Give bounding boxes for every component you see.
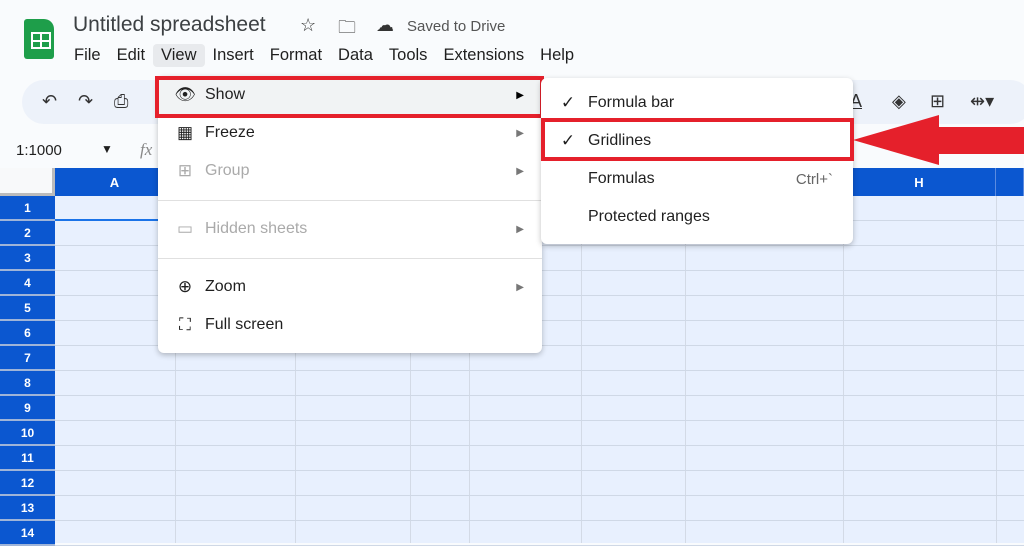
column-header[interactable]	[996, 168, 1024, 196]
star-icon[interactable]: ☆	[300, 15, 316, 36]
row-header[interactable]: 14	[0, 521, 55, 546]
redo-icon[interactable]: ↷	[78, 91, 93, 112]
submenu-arrow-icon: ▶	[516, 281, 524, 293]
menu-item-formula-bar[interactable]: ✓ Formula bar	[541, 84, 853, 122]
merge-cells-icon[interactable]: ⇹▾	[970, 91, 994, 112]
move-folder-icon[interactable]: 🗀	[338, 15, 356, 45]
gridline	[55, 395, 1024, 396]
selected-cell-indicator	[55, 219, 175, 221]
row-header[interactable]: 4	[0, 271, 55, 296]
row-header[interactable]: 3	[0, 246, 55, 271]
row-header[interactable]: 2	[0, 221, 55, 246]
show-submenu: ✓ Formula bar ✓ Gridlines Formulas Ctrl+` P…	[541, 78, 853, 244]
print-icon[interactable]: ⎙	[114, 91, 128, 112]
menu-item-full-screen[interactable]: ⛶ Full screen	[158, 306, 542, 344]
save-status: Saved to Drive	[407, 18, 506, 35]
gridline	[55, 495, 1024, 496]
menu-bar: File Edit View Insert Format Data Tools …	[66, 44, 582, 67]
menu-item-freeze[interactable]: ▦ Freeze ▶	[158, 114, 542, 152]
menu-file[interactable]: File	[66, 44, 109, 67]
column-header[interactable]: H	[843, 168, 996, 196]
gridline	[55, 370, 1024, 371]
menu-help[interactable]: Help	[532, 44, 582, 67]
document-title[interactable]: Untitled spreadsheet	[73, 13, 266, 37]
menu-format[interactable]: Format	[262, 44, 330, 67]
select-all-corner[interactable]	[0, 168, 55, 196]
menu-item-formulas[interactable]: Formulas Ctrl+`	[541, 160, 853, 198]
column-header[interactable]: A	[55, 168, 175, 196]
row-header[interactable]: 6	[0, 321, 55, 346]
annotation-highlight-show	[155, 76, 544, 118]
chevron-down-icon[interactable]: ▼	[101, 142, 113, 156]
gridline	[55, 520, 1024, 521]
fill-color-icon[interactable]: ◈	[892, 91, 906, 112]
fx-icon: fx	[140, 140, 153, 159]
row-header[interactable]: 5	[0, 296, 55, 321]
menu-tools[interactable]: Tools	[381, 44, 436, 67]
menu-item-zoom[interactable]: ⊕ Zoom ▶	[158, 268, 542, 306]
undo-icon[interactable]: ↶	[42, 91, 57, 112]
menu-view[interactable]: View	[153, 44, 205, 67]
submenu-arrow-icon: ▶	[516, 127, 524, 139]
annotation-highlight-gridlines	[541, 118, 854, 161]
menu-edit[interactable]: Edit	[109, 44, 153, 67]
gridline	[55, 420, 1024, 421]
menu-insert[interactable]: Insert	[205, 44, 262, 67]
group-icon: ⊞	[177, 161, 193, 180]
menu-extensions[interactable]: Extensions	[435, 44, 532, 67]
row-header[interactable]: 13	[0, 496, 55, 521]
menu-item-group[interactable]: ⊞ Group ▶	[158, 152, 542, 190]
row-header[interactable]: 1	[0, 196, 55, 221]
freeze-icon: ▦	[176, 123, 194, 142]
menu-item-hidden-sheets[interactable]: ▭ Hidden sheets ▶	[158, 210, 542, 248]
row-header[interactable]: 10	[0, 421, 55, 446]
sheets-logo[interactable]	[24, 19, 54, 59]
hidden-sheets-icon: ▭	[176, 219, 194, 238]
row-header[interactable]: 9	[0, 396, 55, 421]
menu-item-protected-ranges[interactable]: Protected ranges	[541, 198, 853, 236]
row-header[interactable]: 8	[0, 371, 55, 396]
fullscreen-icon: ⛶	[179, 315, 191, 334]
row-header[interactable]: 7	[0, 346, 55, 371]
shortcut-label: Ctrl+`	[795, 170, 833, 188]
gridline	[55, 445, 1024, 446]
name-box[interactable]: 1:1000	[16, 142, 62, 159]
menu-divider	[158, 200, 542, 201]
submenu-arrow-icon: ▶	[516, 165, 524, 177]
submenu-arrow-icon: ▶	[516, 223, 524, 235]
row-header[interactable]: 12	[0, 471, 55, 496]
cloud-saved-icon[interactable]: ☁	[376, 15, 394, 36]
borders-icon[interactable]: ⊞	[930, 91, 945, 112]
menu-divider	[158, 258, 542, 259]
gridline	[55, 470, 1024, 471]
check-icon: ✓	[560, 93, 576, 112]
annotation-arrow-icon	[853, 115, 1024, 165]
row-header[interactable]: 11	[0, 446, 55, 471]
zoom-icon: ⊕	[177, 277, 193, 296]
menu-data[interactable]: Data	[330, 44, 381, 67]
